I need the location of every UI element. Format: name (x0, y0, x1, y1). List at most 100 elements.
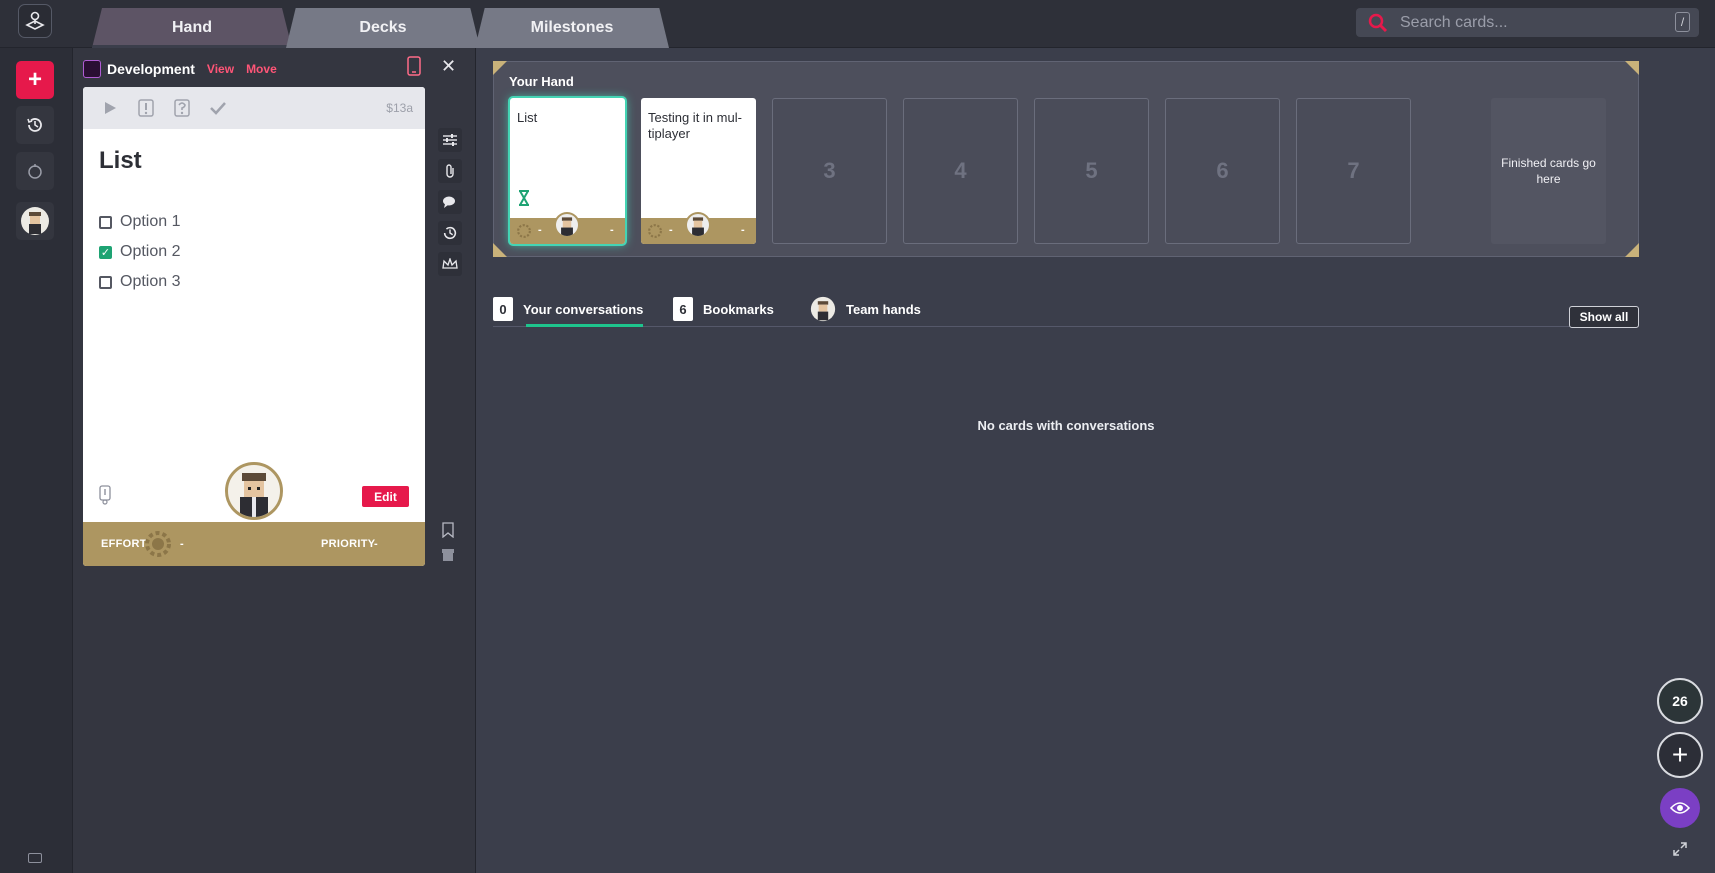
hourglass-icon (519, 190, 529, 206)
deck-icon (83, 60, 101, 78)
search-icon (1368, 13, 1388, 33)
priority-value[interactable]: - (374, 538, 378, 550)
count-badge: 0 (493, 297, 513, 321)
play-icon[interactable] (99, 97, 121, 119)
user-avatar-button[interactable] (16, 202, 54, 240)
comments-icon[interactable] (438, 190, 462, 214)
blocked-icon[interactable] (135, 97, 157, 119)
checkbox-checked[interactable]: ✓ (99, 245, 112, 259)
empty-state-message: No cards with conversations (977, 418, 1155, 433)
finished-cards-dropzone[interactable]: Finished cards go here (1491, 98, 1606, 244)
card-id: $13a (386, 101, 413, 115)
card: $13a List Option 1 ✓ Option 2 Option 3 E… (83, 87, 425, 566)
effort-label: EFFORT (101, 538, 147, 550)
search-bar: / (1356, 8, 1699, 37)
checklist-option[interactable]: Option 1 (99, 213, 180, 231)
keyboard-icon[interactable] (28, 853, 42, 863)
search-shortcut-hint: / (1675, 12, 1690, 32)
tab-hand[interactable]: Hand (92, 8, 292, 48)
expand-icon[interactable] (1673, 842, 1687, 856)
hand-card[interactable]: List - - (510, 98, 625, 244)
hand-slot[interactable]: 5 (1034, 98, 1149, 244)
left-rail: + (0, 48, 73, 873)
phone-icon[interactable] (407, 56, 421, 76)
check-icon[interactable] (207, 97, 229, 119)
option-label: Option 3 (120, 273, 181, 290)
move-link[interactable]: Move (246, 62, 277, 76)
tab-team-hands[interactable]: Team hands (810, 295, 921, 323)
notification-count: 26 (1672, 693, 1688, 709)
option-label: Option 1 (120, 213, 181, 230)
history-icon (27, 118, 42, 132)
conversation-tabs: 0 Your conversations 6 Bookmarks Team ha… (493, 293, 1639, 327)
hand-card-avatar (554, 212, 580, 238)
search-input[interactable] (1400, 13, 1660, 32)
bookmark-icon[interactable] (442, 522, 454, 543)
archive-icon[interactable] (442, 548, 454, 566)
panel-header: Development View Move (83, 58, 283, 80)
card-detail-panel: Development View Move ✕ $13a List Option… (73, 48, 476, 873)
hand-card-title: Testing it in mul-tiplayer (648, 110, 742, 141)
app-logo[interactable] (18, 4, 52, 38)
your-hand-board: Your Hand List - - Testing it in mul-tip… (493, 61, 1639, 257)
assignee-avatar[interactable] (225, 462, 283, 520)
board-corner (493, 243, 507, 257)
card-history-icon[interactable] (438, 221, 462, 245)
tab-milestones-label: Milestones (530, 19, 614, 36)
tab-decks-label: Decks (359, 19, 407, 36)
effort-value: - (180, 538, 184, 550)
add-fab-button[interactable]: + (1657, 732, 1703, 778)
card-title: List (99, 147, 142, 174)
timer-icon (28, 164, 42, 179)
option-label: Option 2 (120, 243, 181, 260)
settings-sliders-icon[interactable] (438, 128, 462, 152)
eye-icon (1670, 802, 1690, 814)
deck-name: Development (107, 61, 195, 77)
tab-label: Your conversations (523, 301, 644, 317)
visibility-button[interactable] (1660, 788, 1700, 828)
plus-icon: + (1671, 739, 1689, 770)
tab-label: Bookmarks (703, 301, 774, 317)
avatar (21, 207, 49, 235)
hand-card-priority: - (610, 224, 614, 236)
view-link[interactable]: View (207, 62, 234, 76)
tab-label: Team hands (846, 301, 921, 317)
add-card-button[interactable]: + (16, 61, 54, 99)
hand-card[interactable]: Testing it in mul-tiplayer - - (641, 98, 756, 244)
tab-bookmarks[interactable]: 6 Bookmarks (673, 295, 774, 323)
history-button[interactable] (16, 106, 54, 144)
hand-slot[interactable]: 6 (1165, 98, 1280, 244)
joystick-icon (25, 11, 45, 30)
attachment-icon[interactable] (438, 159, 462, 183)
checkbox[interactable] (99, 215, 112, 229)
effort-gear-icon[interactable] (143, 529, 173, 559)
checkbox[interactable] (99, 275, 112, 289)
tab-your-conversations[interactable]: 0 Your conversations (493, 295, 643, 323)
card-footer: EFFORT - PRIORITY - (83, 522, 425, 566)
board-corner (1625, 61, 1639, 75)
board-corner (493, 61, 507, 75)
notification-count-button[interactable]: 26 (1657, 678, 1703, 724)
hand-card-avatar (685, 212, 711, 238)
hand-slot[interactable]: 7 (1296, 98, 1411, 244)
checklist-option[interactable]: ✓ Option 2 (99, 243, 180, 261)
attachment-hint-icon[interactable] (99, 485, 111, 505)
hand-card-effort: - (669, 224, 673, 236)
hand-slot[interactable]: 3 (772, 98, 887, 244)
count-badge: 6 (673, 297, 693, 321)
active-tab-indicator (526, 324, 643, 327)
tab-hand-label: Hand (172, 19, 212, 36)
priority-label: PRIORITY (321, 538, 376, 550)
effort-gear-icon (517, 224, 531, 238)
question-icon[interactable] (171, 97, 193, 119)
crown-icon[interactable] (438, 252, 462, 276)
show-all-button[interactable]: Show all (1569, 306, 1639, 328)
timer-button[interactable] (16, 152, 54, 190)
tab-decks[interactable]: Decks (286, 8, 480, 48)
close-panel-icon[interactable]: ✕ (441, 56, 456, 77)
hand-slot[interactable]: 4 (903, 98, 1018, 244)
card-toolbar: $13a (83, 87, 425, 129)
tab-milestones[interactable]: Milestones (475, 8, 669, 48)
edit-button[interactable]: Edit (362, 486, 409, 507)
checklist-option[interactable]: Option 3 (99, 273, 180, 291)
